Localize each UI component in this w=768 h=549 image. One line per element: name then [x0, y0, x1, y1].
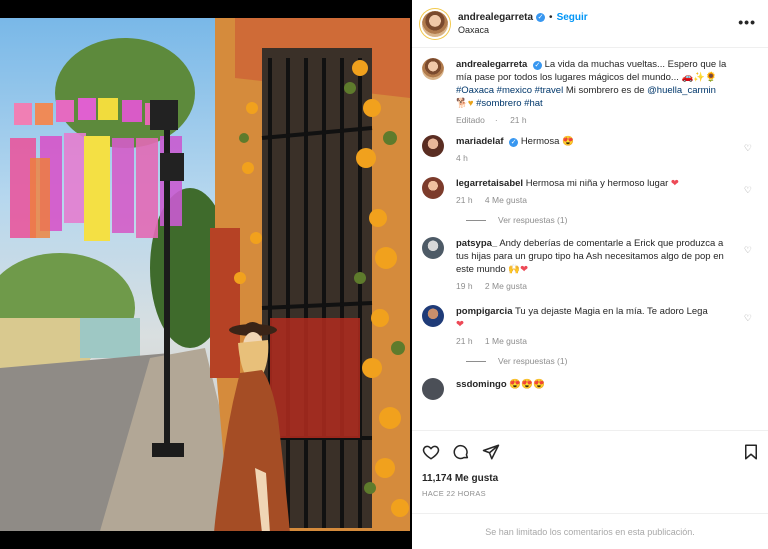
- comment-item: patsypa_ Andy deberías de comentarle a E…: [422, 237, 758, 293]
- share-icon[interactable]: [482, 443, 500, 461]
- caption-username[interactable]: andrealegarreta: [456, 59, 527, 70]
- verified-icon: ✓: [536, 13, 546, 22]
- comment-avatar[interactable]: [422, 237, 444, 259]
- more-icon[interactable]: •••: [738, 14, 756, 30]
- comment-like-icon[interactable]: ♡: [744, 313, 752, 324]
- comment-username[interactable]: pompigarcia: [456, 306, 513, 317]
- caption-hashtags[interactable]: #Oaxaca #mexico #travel: [456, 85, 563, 96]
- comment-avatar[interactable]: [422, 305, 444, 327]
- heart-icon[interactable]: [422, 443, 440, 461]
- comment-likes[interactable]: 2 Me gusta: [485, 281, 527, 291]
- comment-emoji: ❤: [456, 319, 464, 330]
- comment-emoji: 😍: [562, 136, 574, 147]
- post-timestamp: HACE 22 HORAS: [422, 489, 486, 498]
- comment-avatar[interactable]: [422, 135, 444, 157]
- heart-emoji: ❤: [520, 264, 529, 275]
- comment-avatar[interactable]: [422, 378, 444, 400]
- comment-emoji: 🙌: [508, 264, 521, 275]
- post-header: andrealegarreta ✓ • Seguir Oaxaca •••: [412, 0, 768, 48]
- comment-like-icon[interactable]: ♡: [744, 185, 752, 196]
- comment-text: Tu ya dejaste Magia en la mía. Te adoro …: [514, 306, 708, 317]
- replies-line: [466, 219, 486, 221]
- separator-dot: •: [549, 12, 553, 23]
- post-actions: 11,174 Me gusta HACE 22 HORAS Se han lim…: [412, 430, 768, 549]
- comment-emoji: 😍😍😍: [509, 379, 545, 390]
- view-replies-button[interactable]: Ver respuestas (1): [466, 356, 758, 366]
- comment-like-icon[interactable]: ♡: [744, 143, 752, 154]
- author-avatar[interactable]: [422, 10, 448, 37]
- replies-line: [466, 360, 486, 362]
- author-username[interactable]: andrealegarreta: [458, 12, 533, 23]
- comment-username[interactable]: ssdomingo: [456, 379, 507, 390]
- comment-likes[interactable]: 4 Me gusta: [485, 195, 527, 205]
- bookmark-icon[interactable]: [742, 443, 760, 461]
- caption-text-2: Mi sombrero es de: [565, 85, 645, 96]
- caption: andrealegarreta ✓ La vida da muchas vuel…: [422, 58, 758, 127]
- caption-edited: Editado: [456, 115, 485, 125]
- comment-time: 4 h: [456, 153, 468, 163]
- comment-text: Hermosa mi niña y hermoso lugar: [525, 178, 669, 189]
- comment-item: ssdomingo 😍😍😍: [422, 378, 758, 400]
- caption-hashtags-2[interactable]: #sombrero #hat: [476, 98, 543, 109]
- comments-limited-notice: Se han limitado los comentarios en esta …: [412, 513, 768, 537]
- comment-emoji: ❤: [670, 178, 679, 189]
- comment-item: pompigarcia Tu ya dejaste Magia en la mí…: [422, 305, 758, 348]
- photo-scene: [0, 18, 410, 531]
- post-sidebar: andrealegarreta ✓ • Seguir Oaxaca ••• an…: [412, 0, 768, 549]
- comment-time: 19 h: [456, 281, 473, 291]
- caption-emojis: 🚗✨🌻: [681, 72, 717, 83]
- likes-count[interactable]: 11,174 Me gusta: [412, 461, 768, 484]
- view-replies-label[interactable]: Ver respuestas (1): [498, 356, 567, 366]
- comment-username[interactable]: mariadelaf: [456, 136, 504, 147]
- verified-icon: ✓: [509, 138, 519, 147]
- comment-like-icon[interactable]: ♡: [744, 245, 752, 256]
- comment-text: Andy deberías de comentarle a Erick que …: [456, 238, 724, 275]
- caption-dot: ·: [494, 115, 498, 125]
- verified-icon: ✓: [532, 61, 542, 70]
- view-replies-button[interactable]: Ver respuestas (1): [466, 215, 758, 225]
- post-location[interactable]: Oaxaca: [458, 25, 588, 35]
- comment-time: 21 h: [456, 336, 473, 346]
- view-replies-label[interactable]: Ver respuestas (1): [498, 215, 567, 225]
- comment-username[interactable]: legarretaisabel: [456, 178, 523, 189]
- caption-time: 21 h: [510, 115, 527, 125]
- follow-button[interactable]: Seguir: [557, 12, 588, 23]
- caption-avatar[interactable]: [422, 58, 444, 80]
- comment-item: mariadelaf ✓ Hermosa 😍 4 h ♡: [422, 135, 758, 165]
- comment-icon[interactable]: [452, 443, 470, 461]
- comment-username[interactable]: patsypa_: [456, 238, 497, 249]
- post-photo[interactable]: [0, 18, 410, 531]
- comment-avatar[interactable]: [422, 177, 444, 199]
- comment-item: legarretaisabel Hermosa mi niña y hermos…: [422, 177, 758, 207]
- comment-time: 21 h: [456, 195, 473, 205]
- comment-text: Hermosa: [520, 136, 560, 147]
- comments-list[interactable]: andrealegarreta ✓ La vida da muchas vuel…: [412, 48, 768, 428]
- comment-likes[interactable]: 1 Me gusta: [485, 336, 527, 346]
- caption-emojis-2: 🐕♥: [456, 98, 474, 109]
- caption-mention[interactable]: @huella_carmin: [647, 85, 716, 96]
